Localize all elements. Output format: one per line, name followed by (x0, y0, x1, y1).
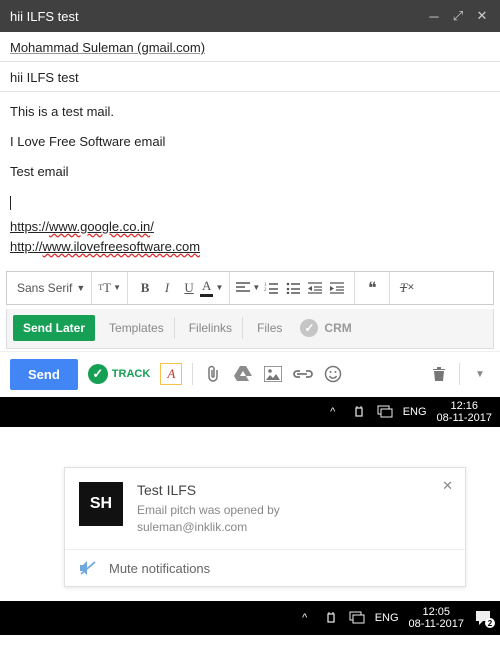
window-title: hii ILFS test (10, 9, 418, 24)
indent-less-button[interactable] (304, 277, 326, 299)
body-link[interactable]: https://www.google.co.in/ (10, 217, 490, 237)
notification-toast: SH Test ILFS Email pitch was opened by s… (64, 467, 466, 588)
quote-button[interactable]: ❝ (361, 277, 383, 299)
send-button[interactable]: Send (10, 359, 78, 390)
action-center-icon[interactable]: 2 (474, 610, 492, 626)
send-toolbar: Send ✓ TRACK A ▼ (0, 351, 500, 397)
body-link[interactable]: http://www.ilovefreesoftware.com (10, 237, 490, 257)
font-size-select[interactable]: TT▼ (98, 277, 121, 299)
chevron-up-icon[interactable]: ^ (325, 406, 341, 418)
bullet-list-button[interactable] (282, 277, 304, 299)
language-indicator[interactable]: ENG (403, 406, 427, 418)
taskbar-clock[interactable]: 12:16 08-11-2017 (437, 400, 492, 424)
compose-titlebar: hii ILFS test ─ ⤢ ✕ (0, 0, 500, 32)
recipient-chip[interactable]: Mohammad Suleman (gmail.com) (10, 40, 205, 55)
drive-icon[interactable] (233, 364, 253, 384)
notification-body: Email pitch was opened by suleman@inklik… (137, 502, 280, 536)
templates-button[interactable]: Templates (99, 317, 175, 339)
format-toolbar: Sans Serif ▼ TT▼ B I U A▼ ▼ 12 ❝ T✕ (6, 271, 494, 305)
align-button[interactable]: ▼ (236, 277, 260, 299)
saleshandy-toolbar: Send Later Templates Filelinks Files ✓ C… (6, 309, 494, 349)
filelinks-button[interactable]: Filelinks (179, 317, 243, 339)
subject-text: hii ILFS test (10, 70, 79, 85)
numbered-list-button[interactable]: 12 (260, 277, 282, 299)
underline-button[interactable]: U (178, 277, 200, 299)
chevron-down-icon: ▼ (76, 283, 85, 293)
mute-label: Mute notifications (109, 561, 210, 576)
indent-more-button[interactable] (326, 277, 348, 299)
send-later-button[interactable]: Send Later (13, 315, 95, 341)
bold-button[interactable]: B (134, 277, 156, 299)
power-icon[interactable] (351, 405, 367, 419)
emoji-icon[interactable] (323, 364, 343, 384)
signature-button[interactable]: A (160, 363, 182, 385)
subject-field[interactable]: hii ILFS test (0, 62, 500, 92)
files-button[interactable]: Files (247, 317, 292, 339)
track-toggle[interactable]: ✓ TRACK (88, 364, 151, 384)
discard-icon[interactable] (429, 364, 449, 384)
recipient-field[interactable]: Mohammad Suleman (gmail.com) (0, 32, 500, 62)
language-indicator[interactable]: ENG (375, 612, 399, 624)
image-icon[interactable] (263, 364, 283, 384)
body-line: I Love Free Software email (10, 132, 490, 152)
power-icon[interactable] (323, 611, 339, 625)
close-icon[interactable]: ✕ (474, 8, 490, 24)
check-icon: ✓ (300, 319, 318, 337)
link-icon[interactable] (293, 364, 313, 384)
check-icon: ✓ (88, 364, 108, 384)
taskbar-top: ^ ENG 12:16 08-11-2017 (0, 397, 500, 427)
italic-button[interactable]: I (156, 277, 178, 299)
more-options-icon[interactable]: ▼ (470, 364, 490, 384)
attach-icon[interactable] (203, 364, 223, 384)
body-line: Test email (10, 162, 490, 182)
mute-notifications-button[interactable]: Mute notifications (65, 549, 465, 586)
close-icon[interactable]: ✕ (442, 478, 453, 494)
mute-icon (79, 560, 97, 576)
notification-count: 2 (485, 618, 495, 628)
font-family-select[interactable]: Sans Serif ▼ (17, 281, 85, 295)
expand-icon[interactable]: ⤢ (450, 8, 466, 24)
network-icon[interactable] (377, 405, 393, 419)
network-icon[interactable] (349, 611, 365, 625)
clear-format-button[interactable]: T✕ (396, 277, 418, 299)
compose-body[interactable]: This is a test mail. I Love Free Softwar… (0, 92, 500, 267)
text-color-button[interactable]: A▼ (200, 277, 223, 299)
chevron-down-icon: ▼ (113, 283, 121, 292)
svg-text:2: 2 (264, 288, 267, 293)
notification-title: Test ILFS (137, 482, 280, 498)
crm-button[interactable]: ✓ CRM (300, 319, 351, 337)
app-logo: SH (79, 482, 123, 526)
body-line: This is a test mail. (10, 102, 490, 122)
chevron-up-icon[interactable]: ^ (297, 612, 313, 624)
minimize-icon[interactable]: ─ (426, 9, 442, 24)
text-cursor (10, 196, 11, 210)
taskbar-bottom: ^ ENG 12:05 08-11-2017 2 (0, 601, 500, 635)
taskbar-clock[interactable]: 12:05 08-11-2017 (409, 606, 464, 630)
